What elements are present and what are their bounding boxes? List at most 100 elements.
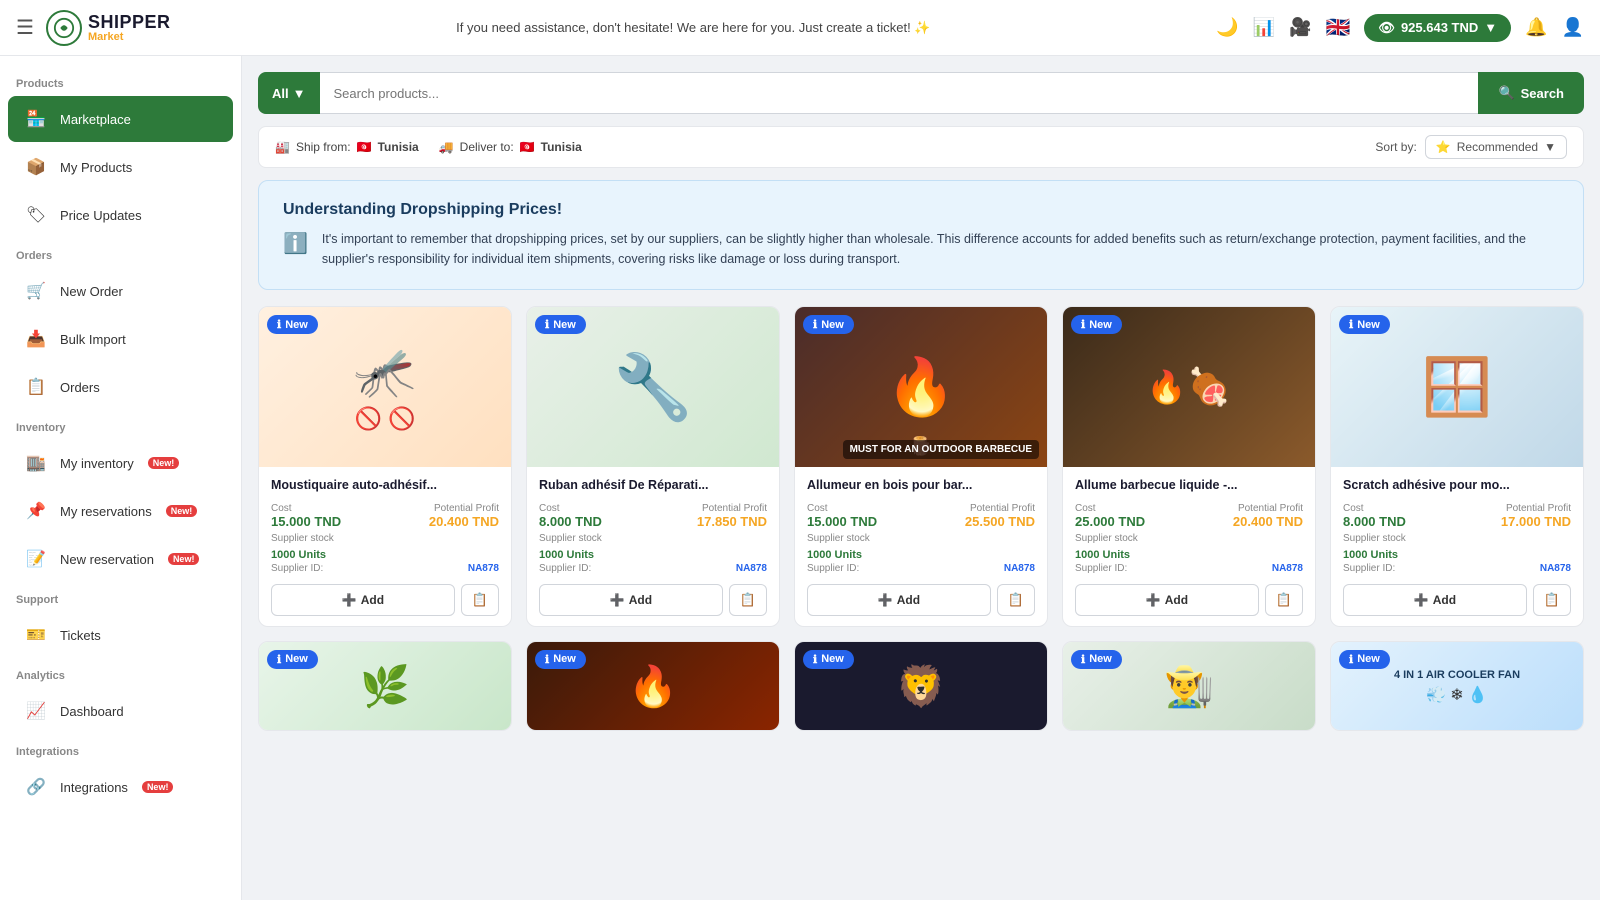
supplier-id-4: NA878 bbox=[1272, 563, 1303, 574]
price-row-3: Cost 15.000 TND Potential Profit 25.500 … bbox=[807, 503, 1035, 529]
sidebar-item-label: Integrations bbox=[60, 780, 128, 795]
banner-title: Understanding Dropshipping Prices! bbox=[283, 201, 1559, 219]
star-icon: ⭐ bbox=[1436, 140, 1451, 154]
plus-icon: ➕ bbox=[1146, 593, 1161, 607]
add-button-2[interactable]: ➕ Add bbox=[539, 584, 723, 616]
sidebar-item-bulk-import[interactable]: 📥 Bulk Import bbox=[8, 316, 233, 362]
sidebar-item-my-inventory[interactable]: 🏬 My inventory New! bbox=[8, 440, 233, 486]
supplier-row-1: Supplier ID: NA878 bbox=[271, 563, 499, 574]
product-info-2: Ruban adhésif De Réparati... Cost 8.000 … bbox=[527, 467, 779, 626]
sidebar-item-marketplace[interactable]: 🏪 Marketplace bbox=[8, 96, 233, 142]
new-badge-product-2: ℹ New bbox=[535, 315, 586, 334]
product-card-6: 🌿 ℹ New bbox=[258, 641, 512, 731]
action-row-1: ➕ Add 📋 bbox=[271, 584, 499, 616]
add-button-1[interactable]: ➕ Add bbox=[271, 584, 455, 616]
sidebar-item-my-reservations[interactable]: 📌 My reservations New! bbox=[8, 488, 233, 534]
filter-right: Sort by: ⭐ Recommended ▼ bbox=[1375, 135, 1567, 159]
sort-select[interactable]: ⭐ Recommended ▼ bbox=[1425, 135, 1567, 159]
info-icon: ℹ️ bbox=[283, 231, 308, 256]
list-icon: 📋 bbox=[472, 592, 488, 608]
product-image-8: 🦁 ℹ New bbox=[795, 642, 1047, 731]
tickets-icon: 🎫 bbox=[22, 621, 50, 649]
balance-button[interactable]: 👁 925.643 TND ▼ bbox=[1364, 14, 1511, 42]
price-updates-icon: 🏷 bbox=[22, 201, 50, 229]
detail-button-5[interactable]: 📋 bbox=[1533, 584, 1571, 616]
spreadsheet-icon[interactable]: 📊 bbox=[1253, 17, 1275, 38]
search-button[interactable]: 🔍 Search bbox=[1478, 72, 1584, 114]
sidebar-item-orders[interactable]: 📋 Orders bbox=[8, 364, 233, 410]
stock-row-4: Supplier stock bbox=[1075, 533, 1303, 544]
product-card-1: 🦟 🚫 🚫 ℹ New Moustiquaire auto-adhésif... bbox=[258, 306, 512, 627]
truck-icon: 🚚 bbox=[439, 140, 454, 154]
orders-icon: 📋 bbox=[22, 373, 50, 401]
sidebar-item-label: Dashboard bbox=[60, 704, 124, 719]
new-order-icon: 🛒 bbox=[22, 277, 50, 305]
product-image-1: 🦟 🚫 🚫 ℹ New bbox=[259, 307, 511, 467]
search-button-label: Search bbox=[1521, 86, 1564, 101]
plus-icon: ➕ bbox=[610, 593, 625, 607]
filter-left: 🏭 Ship from: 🇹🇳 Tunisia 🚚 Deliver to: 🇹🇳… bbox=[275, 140, 582, 154]
all-label: All bbox=[272, 86, 289, 101]
ship-from-country: Tunisia bbox=[378, 140, 419, 154]
sidebar-item-new-order[interactable]: 🛒 New Order bbox=[8, 268, 233, 314]
product-card-5: 🪟 ℹ New Scratch adhésive pour mo... Cost… bbox=[1330, 306, 1584, 627]
logo: SHIPPER Market bbox=[46, 10, 171, 46]
product-info-4: Allume barbecue liquide -... Cost 25.000… bbox=[1063, 467, 1315, 626]
profit-price-3: 25.500 TND bbox=[965, 514, 1035, 529]
sidebar-item-label: Marketplace bbox=[60, 112, 131, 127]
chevron-down-icon: ▼ bbox=[293, 86, 306, 101]
sidebar-item-tickets[interactable]: 🎫 Tickets bbox=[8, 612, 233, 658]
new-badge: New! bbox=[168, 553, 200, 565]
sidebar-item-new-reservation[interactable]: 📝 New reservation New! bbox=[8, 536, 233, 582]
detail-button-3[interactable]: 📋 bbox=[997, 584, 1035, 616]
list-icon: 📋 bbox=[1544, 592, 1560, 608]
search-input[interactable] bbox=[320, 72, 1479, 114]
price-row-4: Cost 25.000 TND Potential Profit 20.400 … bbox=[1075, 503, 1303, 529]
supplier-id-2: NA878 bbox=[736, 563, 767, 574]
sidebar-item-dashboard[interactable]: 📈 Dashboard bbox=[8, 688, 233, 734]
product-title-3: Allumeur en bois pour bar... bbox=[807, 477, 1035, 495]
sidebar-item-label: New Order bbox=[60, 284, 123, 299]
products-grid-row2: 🌿 ℹ New 🔥 ℹ New bbox=[258, 641, 1584, 731]
main-content: All ▼ 🔍 Search 🏭 Ship from: 🇹🇳 Tunisia bbox=[242, 56, 1600, 900]
product-image-9: 👨‍🌾 ℹ New bbox=[1063, 642, 1315, 731]
info-banner: Understanding Dropshipping Prices! ℹ️ It… bbox=[258, 180, 1584, 290]
barbecue-label: MUST FOR AN OUTDOOR BARBECUE bbox=[843, 440, 1039, 459]
info-circle-icon: ℹ bbox=[545, 318, 549, 331]
list-icon: 📋 bbox=[1008, 592, 1024, 608]
detail-button-4[interactable]: 📋 bbox=[1265, 584, 1303, 616]
sidebar-item-label: Orders bbox=[60, 380, 100, 395]
add-button-3[interactable]: ➕ Add bbox=[807, 584, 991, 616]
sidebar-item-integrations[interactable]: 🔗 Integrations New! bbox=[8, 764, 233, 810]
avatar-icon[interactable]: 👤 bbox=[1562, 17, 1584, 38]
product-card-2: 🔧 ℹ New Ruban adhésif De Réparati... Cos… bbox=[526, 306, 780, 627]
bulk-import-icon: 📥 bbox=[22, 325, 50, 353]
search-all-button[interactable]: All ▼ bbox=[258, 72, 320, 114]
dark-mode-icon[interactable]: 🌙 bbox=[1216, 17, 1238, 38]
detail-button-1[interactable]: 📋 bbox=[461, 584, 499, 616]
stock-value-1: 1000 Units bbox=[271, 549, 326, 561]
profit-price-2: 17.850 TND bbox=[697, 514, 767, 529]
search-bar: All ▼ 🔍 Search bbox=[258, 72, 1584, 114]
chevron-down-icon: ▼ bbox=[1544, 140, 1556, 154]
integrations-icon: 🔗 bbox=[22, 773, 50, 801]
product-title-4: Allume barbecue liquide -... bbox=[1075, 477, 1303, 495]
notification-bell-icon[interactable]: 🔔 bbox=[1525, 17, 1547, 38]
info-circle-icon: ℹ bbox=[1081, 318, 1085, 331]
video-icon[interactable]: 🎥 bbox=[1289, 17, 1311, 38]
info-circle-icon: ℹ bbox=[1349, 653, 1353, 666]
action-row-4: ➕ Add 📋 bbox=[1075, 584, 1303, 616]
logo-icon bbox=[46, 10, 82, 46]
product-image-2: 🔧 ℹ New bbox=[527, 307, 779, 467]
sidebar-item-price-updates[interactable]: 🏷 Price Updates bbox=[8, 192, 233, 238]
sidebar-section-orders: Orders bbox=[0, 240, 241, 266]
products-grid: 🦟 🚫 🚫 ℹ New Moustiquaire auto-adhésif... bbox=[258, 306, 1584, 627]
navbar-right: 🌙 📊 🎥 🇬🇧 👁 925.643 TND ▼ 🔔 👤 bbox=[1216, 14, 1584, 42]
add-button-4[interactable]: ➕ Add bbox=[1075, 584, 1259, 616]
info-circle-icon: ℹ bbox=[277, 653, 281, 666]
add-button-5[interactable]: ➕ Add bbox=[1343, 584, 1527, 616]
hamburger-icon[interactable]: ☰ bbox=[16, 15, 34, 40]
detail-button-2[interactable]: 📋 bbox=[729, 584, 767, 616]
language-flag-icon[interactable]: 🇬🇧 bbox=[1326, 15, 1351, 40]
sidebar-item-my-products[interactable]: 📦 My Products bbox=[8, 144, 233, 190]
